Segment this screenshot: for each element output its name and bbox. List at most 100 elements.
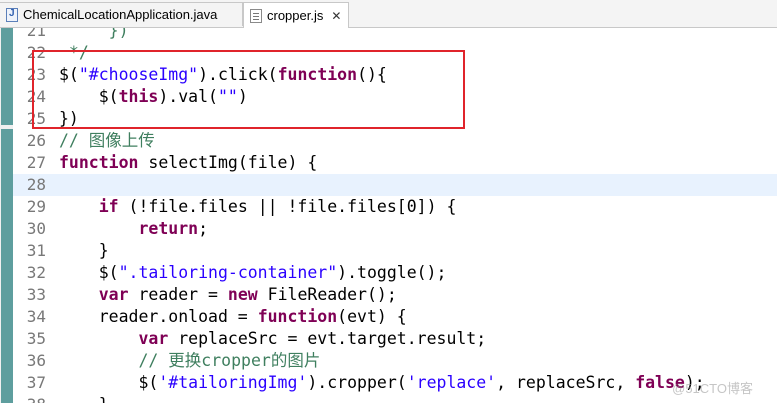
code-text: */: [59, 42, 89, 64]
code-token: $(: [59, 87, 119, 106]
code-token: if: [98, 197, 119, 216]
code-token: '#tailoringImg': [158, 373, 308, 392]
code-text: $('#tailoringImg').cropper('replace', re…: [59, 372, 704, 394]
line-number: 23: [26, 65, 46, 84]
code-token: return: [138, 219, 199, 238]
tab-label: cropper.js: [267, 8, 324, 23]
code-line[interactable]: 24 $(this).val(""): [13, 86, 777, 108]
code-token: ).val(: [158, 87, 218, 106]
code-token: $(: [59, 373, 159, 392]
code-token: $(: [59, 65, 79, 84]
code-token: ).toggle();: [337, 263, 447, 282]
line-number: 31: [26, 241, 46, 260]
code-line[interactable]: 37 $('#tailoringImg').cropper('replace',…: [13, 372, 777, 394]
line-number: 38: [13, 394, 46, 403]
line-number: 37: [26, 373, 46, 392]
code-token: ): [237, 87, 248, 106]
code-token: reader =: [128, 285, 228, 304]
code-line[interactable]: 23 $("#chooseImg").click(function(){: [13, 64, 777, 86]
code-text: $("#chooseImg").click(function(){: [59, 64, 387, 86]
code-text: reader.onload = function(evt) {: [59, 306, 407, 328]
code-line[interactable]: 25}): [13, 108, 777, 130]
tab-label: ChemicalLocationApplication.java: [23, 7, 218, 22]
code-line[interactable]: 31 }: [13, 240, 777, 262]
code-text: if (!file.files || !file.files[0]) {: [59, 196, 457, 218]
code-line[interactable]: 27 function selectImg(file) {: [13, 152, 777, 174]
line-number: 22: [26, 43, 46, 62]
code-token: var: [98, 285, 129, 304]
code-text: }: [59, 240, 109, 262]
code-text: // 更换cropper的图片: [59, 350, 320, 372]
left-ruler: [0, 28, 13, 403]
line-number: 32: [26, 263, 46, 282]
line-number: 36: [26, 351, 46, 370]
code-token: */: [59, 43, 89, 62]
line-number: 26: [26, 131, 46, 150]
change-marker: [1, 129, 13, 403]
code-line[interactable]: 36 // 更换cropper的图片: [13, 350, 777, 372]
code-token: }): [59, 109, 79, 128]
code-text: $(".tailoring-container").toggle();: [59, 262, 447, 284]
code-line[interactable]: 22 */: [13, 42, 777, 64]
tab-cropper-js[interactable]: cropper.js ✕: [243, 2, 349, 28]
code-token: FileReader();: [257, 285, 397, 304]
code-token: (evt) {: [337, 307, 407, 326]
line-number: 34: [26, 307, 46, 326]
code-text: var replaceSrc = evt.target.result;: [59, 328, 486, 350]
code-token: ).cropper(: [307, 373, 407, 392]
code-line[interactable]: 34 reader.onload = function(evt) {: [13, 306, 777, 328]
code-token: 'replace': [406, 373, 497, 392]
line-number: 27: [26, 153, 46, 172]
code-editor[interactable]: 21 }) 22 */23 $("#chooseImg").click(functi…: [0, 28, 777, 403]
code-text: }): [59, 28, 129, 42]
code-token: replaceSrc = evt.target.result;: [168, 329, 487, 348]
tab-chemical-location-application[interactable]: ChemicalLocationApplication.java: [0, 2, 243, 26]
close-tab-icon[interactable]: ✕: [331, 9, 341, 23]
line-number: 21: [26, 28, 46, 40]
code-text: }: [59, 394, 109, 403]
code-token: }: [59, 395, 109, 403]
code-token: $(: [59, 263, 119, 282]
line-number: 35: [26, 329, 46, 348]
code-line[interactable]: 35 var replaceSrc = evt.target.result;: [13, 328, 777, 350]
code-token: "": [217, 87, 238, 106]
code-line[interactable]: 28: [13, 174, 777, 196]
line-number: 28: [26, 175, 46, 194]
line-number: 25: [26, 109, 46, 128]
java-file-icon: [6, 7, 18, 22]
code-line[interactable]: 29 if (!file.files || !file.files[0]) {: [13, 196, 777, 218]
code-line[interactable]: 33 var reader = new FileReader();: [13, 284, 777, 306]
code-line[interactable]: 32 $(".tailoring-container").toggle();: [13, 262, 777, 284]
code-token: function: [277, 65, 358, 84]
line-number: 33: [26, 285, 46, 304]
code-text: // 图像上传: [59, 130, 155, 152]
code-token: , replaceSrc,: [496, 373, 636, 392]
line-number: 29: [26, 197, 46, 216]
code-text: var reader = new FileReader();: [59, 284, 397, 306]
js-file-icon: [250, 8, 262, 23]
code-token: this: [118, 87, 159, 106]
code-token: (!file.files || !file.files[0]) {: [118, 197, 457, 216]
code-line[interactable]: 26 // 图像上传: [13, 130, 777, 152]
code-token: ".tailoring-container": [118, 263, 338, 282]
code-line[interactable]: 21 }): [13, 28, 777, 42]
code-token: ;: [198, 219, 209, 238]
watermark: @51CTO博客: [672, 381, 753, 396]
code-token: }: [59, 241, 109, 260]
code-token: function: [59, 153, 139, 172]
code-token: "#chooseImg": [78, 65, 199, 84]
code-line[interactable]: 38 }: [13, 394, 777, 403]
code-text: $(this).val(""): [59, 86, 248, 108]
code-token: // 图像上传: [59, 131, 155, 150]
line-number: 24: [26, 87, 46, 106]
code-text: function selectImg(file) {: [59, 152, 317, 174]
code-line[interactable]: 30 return;: [13, 218, 777, 240]
code-token: // 更换cropper的图片: [138, 351, 321, 370]
code-text: return;: [59, 218, 208, 240]
code-token: selectImg(file) {: [138, 153, 318, 172]
code-token: reader.onload =: [59, 307, 258, 326]
code-token: (){: [357, 65, 387, 84]
